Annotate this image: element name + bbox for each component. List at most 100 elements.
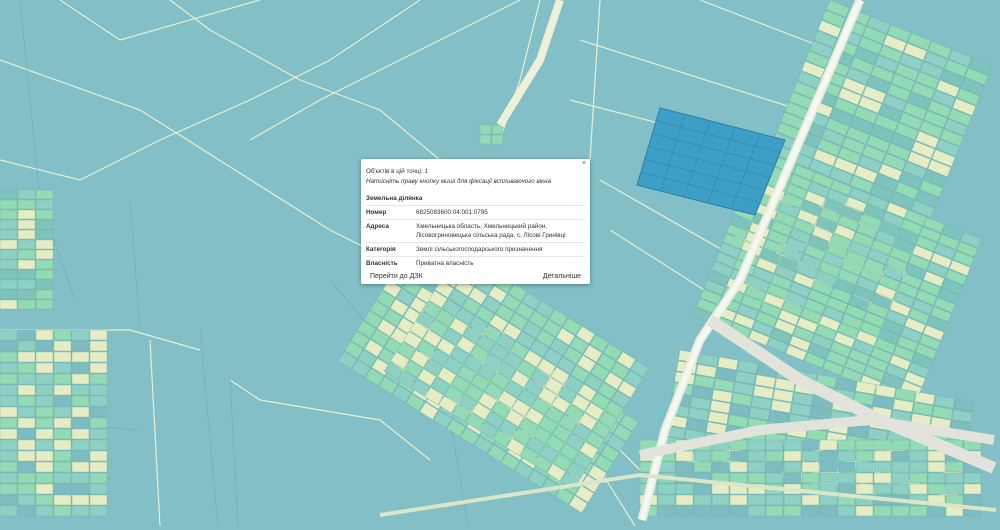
parcel	[0, 373, 18, 385]
row-value: Хмельницька область, Хмельницький район,…	[416, 219, 585, 243]
parcel	[53, 494, 72, 506]
parcel	[801, 494, 820, 506]
parcel	[837, 439, 856, 451]
parcel	[35, 373, 54, 385]
details-link[interactable]: Детальніше	[543, 273, 581, 280]
parcel	[71, 450, 90, 462]
parcel	[783, 450, 802, 462]
objects-count: Об'єктів в цій точці: 1	[366, 168, 428, 175]
parcel	[891, 472, 910, 484]
parcel	[675, 494, 694, 506]
parcel	[35, 279, 54, 290]
parcel	[0, 299, 18, 310]
parcel	[35, 483, 54, 495]
parcel	[657, 483, 676, 495]
parcel	[0, 406, 18, 418]
parcel	[89, 450, 108, 462]
row-value: Приватна власність	[416, 256, 585, 270]
parcel	[837, 505, 856, 517]
parcel	[0, 472, 18, 484]
parcel	[855, 439, 874, 451]
parcel	[909, 483, 928, 495]
parcel	[963, 472, 982, 484]
parcel	[35, 259, 54, 270]
parcel	[711, 494, 730, 506]
row-key: Категорія	[366, 242, 416, 257]
parcel	[0, 395, 18, 407]
parcel	[17, 373, 36, 385]
goto-dzk-link[interactable]: Перейти до ДЗК	[370, 273, 423, 280]
parcel	[729, 439, 748, 451]
parcel	[17, 209, 36, 220]
parcel	[89, 428, 108, 440]
parcel	[909, 461, 928, 473]
parcel	[17, 505, 36, 517]
parcel	[71, 461, 90, 473]
parcel	[873, 483, 892, 495]
parcel	[479, 134, 492, 145]
parcel	[801, 505, 820, 517]
parcel	[35, 239, 54, 250]
parcel	[17, 279, 36, 290]
parcel	[35, 351, 54, 363]
parcel	[0, 450, 18, 462]
parcel	[89, 329, 108, 341]
parcel	[909, 450, 928, 462]
row-value: 6825083600:04:001:0795	[416, 205, 585, 220]
parcel	[747, 505, 766, 517]
parcel	[945, 483, 964, 495]
close-icon[interactable]: ×	[582, 160, 586, 167]
parcel	[0, 428, 18, 440]
parcel	[35, 289, 54, 300]
parcel	[17, 406, 36, 418]
parcel	[765, 439, 784, 451]
parcel	[747, 472, 766, 484]
parcel	[71, 483, 90, 495]
parcel	[17, 362, 36, 374]
parcel	[53, 384, 72, 396]
parcel	[963, 494, 982, 506]
parcel	[53, 362, 72, 374]
parcel	[35, 384, 54, 396]
parcel	[53, 329, 72, 341]
parcel	[747, 461, 766, 473]
parcel	[17, 428, 36, 440]
parcel	[89, 439, 108, 451]
parcel	[891, 450, 910, 462]
parcel	[747, 450, 766, 462]
parcel	[729, 494, 748, 506]
parcel	[729, 450, 748, 462]
parcel	[17, 417, 36, 429]
table-row: Власність Приватна власність	[366, 256, 585, 270]
parcel	[0, 289, 18, 300]
parcel	[17, 269, 36, 280]
parcel	[909, 472, 928, 484]
parcel	[765, 505, 784, 517]
parcel	[89, 362, 108, 374]
parcel	[35, 395, 54, 407]
parcel	[0, 483, 18, 495]
parcel	[873, 472, 892, 484]
parcel	[783, 505, 802, 517]
table-row: Категорія Землі сільськогосподарського пр…	[366, 242, 585, 257]
parcel	[53, 395, 72, 407]
parcel	[71, 362, 90, 374]
parcel	[0, 384, 18, 396]
parcel	[0, 229, 18, 240]
parcel	[89, 406, 108, 418]
parcel	[837, 461, 856, 473]
parcel	[927, 483, 946, 495]
parcel	[71, 340, 90, 352]
row-key: Адреса	[366, 219, 416, 243]
parcel	[71, 505, 90, 517]
parcel	[873, 461, 892, 473]
parcel	[35, 329, 54, 341]
parcel	[675, 450, 694, 462]
parcel	[729, 472, 748, 484]
parcel	[89, 351, 108, 363]
parcel	[891, 483, 910, 495]
parcel	[53, 351, 72, 363]
parcel	[747, 439, 766, 451]
parcel	[963, 483, 982, 495]
parcel	[0, 461, 18, 473]
